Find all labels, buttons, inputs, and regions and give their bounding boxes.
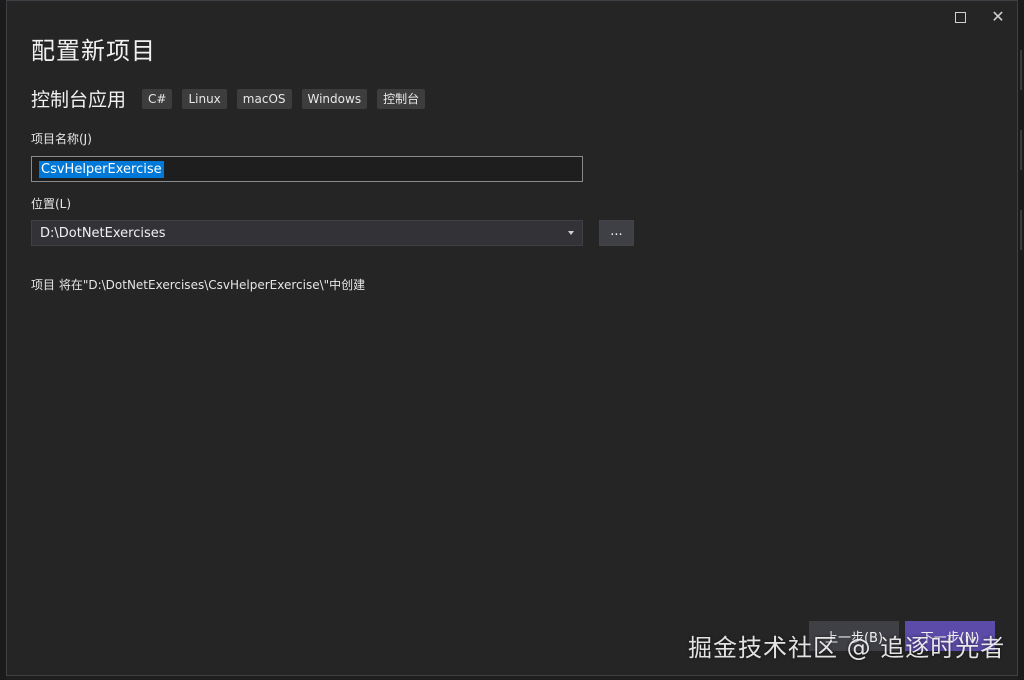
configure-project-dialog: ✕ 配置新项目 控制台应用 C# Linux macOS Windows 控制台… bbox=[6, 0, 1018, 676]
maximize-icon bbox=[954, 11, 966, 23]
tag-console: 控制台 bbox=[377, 88, 426, 109]
project-name-label: 项目名称(J) bbox=[31, 132, 92, 146]
page-title: 配置新项目 bbox=[31, 37, 156, 65]
browse-button[interactable]: ... bbox=[599, 220, 634, 246]
creation-path-info: 项目 将在"D:\DotNetExercises\CsvHelperExerci… bbox=[31, 278, 366, 292]
template-header: 控制台应用 C# Linux macOS Windows 控制台 bbox=[31, 85, 426, 112]
project-name-value: CsvHelperExercise bbox=[39, 160, 164, 178]
close-icon: ✕ bbox=[991, 7, 1005, 26]
tag-linux: Linux bbox=[182, 88, 227, 109]
tag-csharp: C# bbox=[142, 88, 173, 109]
right-edge bbox=[1018, 0, 1024, 680]
template-name: 控制台应用 bbox=[31, 89, 127, 111]
close-button[interactable]: ✕ bbox=[985, 6, 1011, 28]
project-name-input[interactable]: CsvHelperExercise bbox=[31, 156, 583, 182]
location-value: D:\DotNetExercises bbox=[40, 225, 166, 241]
location-label: 位置(L) bbox=[31, 197, 72, 211]
location-combobox[interactable]: D:\DotNetExercises bbox=[31, 220, 583, 246]
tag-windows: Windows bbox=[301, 88, 368, 109]
tag-macos: macOS bbox=[236, 88, 292, 109]
maximize-button[interactable] bbox=[947, 6, 973, 28]
chevron-down-icon[interactable] bbox=[568, 231, 574, 235]
watermark: 掘金技术社区 @ 追逐时光者 bbox=[688, 634, 1006, 662]
